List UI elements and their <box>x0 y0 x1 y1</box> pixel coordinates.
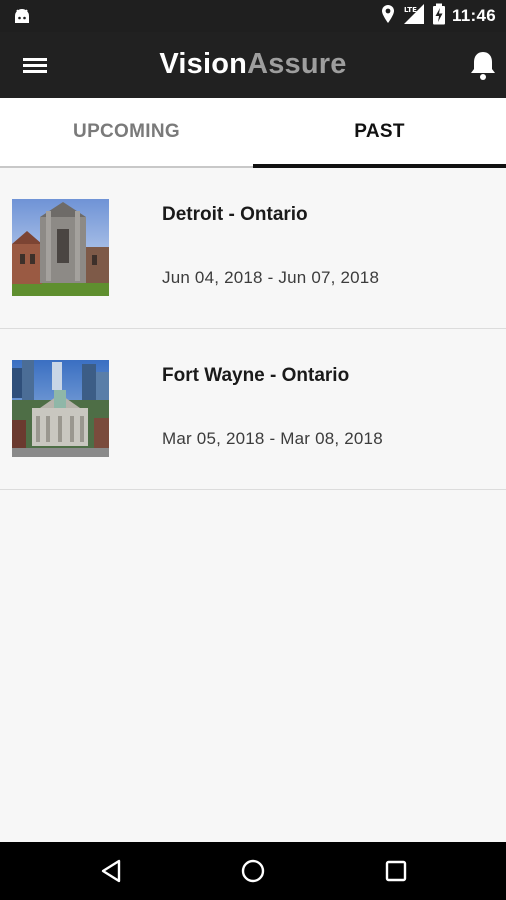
system-nav-bar <box>0 842 506 900</box>
trip-item-fort-wayne[interactable]: Fort Wayne - Ontario Mar 05, 2018 - Mar … <box>0 329 506 490</box>
tab-past[interactable]: PAST <box>253 98 506 168</box>
trip-title: Fort Wayne - Ontario <box>162 365 350 386</box>
app-title-secondary: Assure <box>247 48 347 80</box>
trip-list: Detroit - Ontario Jun 04, 2018 - Jun 07,… <box>0 168 506 490</box>
android-debug-icon <box>12 6 32 26</box>
notification-bell-icon[interactable] <box>466 48 500 82</box>
tab-upcoming[interactable]: UPCOMING <box>0 98 253 166</box>
courthouse-photo <box>12 360 109 457</box>
trip-dates: Mar 05, 2018 - Mar 08, 2018 <box>162 429 383 448</box>
trip-tabs: UPCOMING PAST <box>0 98 506 168</box>
status-bar: LTE 11:46 <box>0 0 506 32</box>
status-time: 11:46 <box>451 6 496 25</box>
svg-text:LTE: LTE <box>404 6 417 14</box>
trip-dates: Jun 04, 2018 - Jun 07, 2018 <box>162 268 380 287</box>
app-title-primary: Vision <box>159 48 248 80</box>
app-screen: LTE 11:46 VisionAssure UPCOMING PAST Det… <box>0 0 506 900</box>
lte-signal-icon: LTE <box>402 3 426 30</box>
battery-charging-icon <box>432 3 446 30</box>
trip-item-detroit[interactable]: Detroit - Ontario Jun 04, 2018 - Jun 07,… <box>0 168 506 329</box>
trip-title: Detroit - Ontario <box>162 204 308 225</box>
app-bar: VisionAssure <box>0 32 506 98</box>
back-icon[interactable] <box>97 856 127 886</box>
location-icon <box>380 4 396 29</box>
status-icons: LTE 11:46 <box>380 0 496 32</box>
app-title: VisionAssure <box>0 48 506 81</box>
recents-icon[interactable] <box>381 856 411 886</box>
church-photo <box>12 199 109 296</box>
home-icon[interactable] <box>238 856 268 886</box>
